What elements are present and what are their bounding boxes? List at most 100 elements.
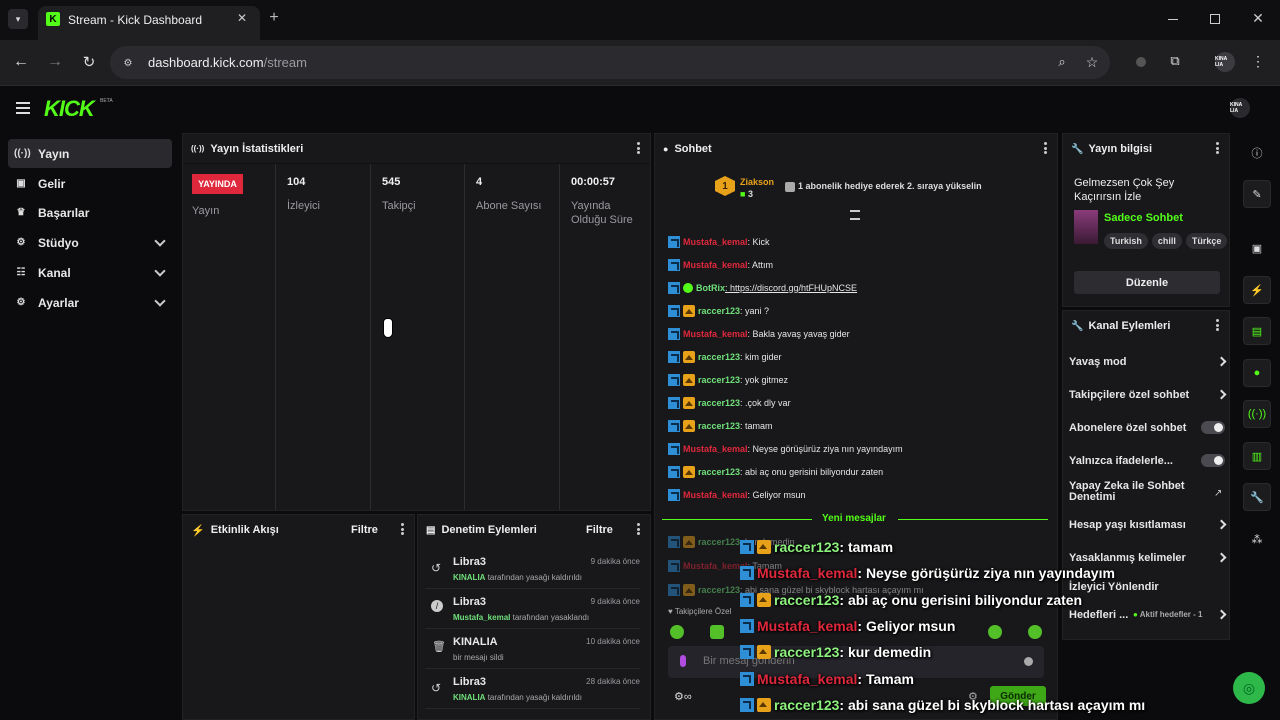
wrench-icon[interactable]: 🔧 xyxy=(1243,483,1271,511)
support-chat-icon[interactable]: ◎ xyxy=(1233,672,1265,704)
mod-user[interactable]: Libra3 xyxy=(453,596,486,608)
chat-username[interactable]: Mustafa_kemal xyxy=(683,444,748,454)
chat-username[interactable]: raccer123 xyxy=(698,398,740,408)
mod-actor[interactable]: KINALIA xyxy=(453,573,485,582)
slow-mode-item[interactable]: Yavaş mod xyxy=(1069,356,1227,368)
layout-icon[interactable]: ▣ xyxy=(1243,234,1271,262)
chat-username[interactable]: raccer123 xyxy=(698,537,740,547)
chat-message: raccer123: yani ? xyxy=(668,303,769,319)
broadcast-icon[interactable]: ((·)) xyxy=(1243,400,1271,428)
edit-stream-button[interactable]: Düzenle xyxy=(1074,271,1220,294)
hamburger-menu-icon[interactable] xyxy=(16,102,30,114)
tag-pill: chill xyxy=(1151,233,1182,249)
emote-icon[interactable] xyxy=(670,625,684,639)
panel-header: 🔧 Kanal Eylemleri xyxy=(1063,311,1229,341)
mod-user[interactable]: Libra3 xyxy=(453,556,486,568)
chat-username[interactable]: raccer123 xyxy=(698,585,740,595)
moderation-icon[interactable]: ▥ xyxy=(1243,442,1271,470)
reload-icon[interactable]: ↻ xyxy=(80,53,98,71)
mod-actor[interactable]: KINALIA xyxy=(453,693,485,702)
stats-icon[interactable]: ▤ xyxy=(1243,317,1271,345)
profile-avatar[interactable]: KINA LIA xyxy=(1215,52,1235,72)
url-bar[interactable]: ⚙ dashboard.kick.com/stream ⌕ ☆ xyxy=(110,46,1110,79)
moderation-row: / Libra3 9 dakika önce Mustafa_kemal tar… xyxy=(425,591,640,629)
info-icon[interactable]: ⓘ xyxy=(1243,139,1271,167)
more-options-icon[interactable] xyxy=(637,523,640,535)
mod-action: tarafından yasaklandı xyxy=(512,613,590,622)
mod-user[interactable]: KINALIA xyxy=(453,636,498,648)
site-info-icon[interactable]: ⚙ xyxy=(120,55,136,71)
zoom-icon[interactable]: ⌕ xyxy=(1054,54,1070,70)
chat-username[interactable]: Mustafa_kemal xyxy=(683,329,748,339)
emote-icon[interactable] xyxy=(988,625,1002,639)
emote-icon[interactable] xyxy=(710,625,724,639)
extension-icon[interactable] xyxy=(1136,57,1146,67)
puzzle-icon[interactable]: ⧉ xyxy=(1166,52,1184,70)
chat-username[interactable]: raccer123 xyxy=(698,306,740,316)
sidebar-item-basarilar[interactable]: ♛ Başarılar xyxy=(8,198,172,227)
chat-username[interactable]: Mustafa_kemal xyxy=(683,237,748,247)
filter-button[interactable]: Filtre xyxy=(586,524,613,536)
bookmark-star-icon[interactable]: ☆ xyxy=(1084,54,1100,70)
expand-chevron-icon[interactable] xyxy=(850,210,860,220)
overlay-chat-message: raccer123: abi aç onu gerisini biliyondu… xyxy=(740,589,1082,611)
goals-item[interactable]: Hedefleri ... ● Aktif hedefler - 1 xyxy=(1069,609,1227,621)
microphone-icon[interactable] xyxy=(680,655,686,667)
unban-icon: ↺ xyxy=(431,681,442,695)
back-icon[interactable]: ← xyxy=(12,53,30,71)
filter-button[interactable]: Filtre xyxy=(351,524,378,536)
sidebar-item-gelir[interactable]: ▣ Gelir xyxy=(8,169,172,198)
kick-logo[interactable]: KICK xyxy=(44,96,95,122)
chat-username[interactable]: Mustafa_kemal xyxy=(683,260,748,270)
emoji-icon[interactable] xyxy=(1024,657,1033,666)
chat-username[interactable]: BotRix xyxy=(696,283,725,293)
chat-username[interactable]: Mustafa_kemal xyxy=(683,561,748,571)
emotes-only-toggle[interactable] xyxy=(1201,454,1225,467)
chat-username[interactable]: raccer123 xyxy=(698,421,740,431)
new-messages-label[interactable]: Yeni mesajlar xyxy=(822,513,886,524)
more-options-icon[interactable] xyxy=(1216,319,1219,331)
subscribers-only-toggle[interactable] xyxy=(1201,421,1225,434)
sidebar-item-studyo[interactable]: ⚙ Stüdyo xyxy=(8,228,172,257)
category-name[interactable]: Sadece Sohbet xyxy=(1104,212,1183,224)
pencil-icon[interactable]: ✎ xyxy=(1243,180,1271,208)
external-link-icon[interactable]: ↗ xyxy=(1214,488,1222,499)
emote-icon[interactable] xyxy=(1028,625,1042,639)
more-options-icon[interactable] xyxy=(637,142,640,154)
chat-username[interactable]: Mustafa_kemal xyxy=(683,490,748,500)
new-tab-icon[interactable]: + xyxy=(266,9,282,26)
browser-tab[interactable]: K Stream - Kick Dashboard ✕ xyxy=(38,6,260,40)
sidebar-item-yayin[interactable]: ((·)) Yayın xyxy=(8,139,172,168)
account-age-item[interactable]: Hesap yaşı kısıtlaması xyxy=(1069,519,1227,531)
lightning-icon[interactable]: ⚡ xyxy=(1243,276,1271,304)
tab-list-button[interactable]: ▾ xyxy=(8,9,28,29)
more-options-icon[interactable] xyxy=(401,523,404,535)
overlay-chat-message: Mustafa_kemal: Neyse görüşürüz ziya nın … xyxy=(740,562,1115,584)
chat-username[interactable]: raccer123 xyxy=(698,375,740,385)
ai-moderation-item[interactable]: Yapay Zeka ile Sohbet Denetimi xyxy=(1069,481,1189,503)
top-gifter-name[interactable]: Ziakson xyxy=(740,177,774,187)
browser-menu-icon[interactable]: ⋮ xyxy=(1250,52,1266,70)
followers-only-item[interactable]: Takipçilere özel sohbet xyxy=(1069,389,1227,401)
chat-settings-icon[interactable]: ⚙∞ xyxy=(674,690,692,703)
more-options-icon[interactable] xyxy=(1044,142,1047,154)
forward-icon[interactable]: → xyxy=(46,53,64,71)
close-window-icon[interactable]: ✕ xyxy=(1250,10,1266,26)
close-tab-icon[interactable]: ✕ xyxy=(234,10,250,26)
live-label: Yayın xyxy=(192,205,220,217)
mouse-cursor-icon xyxy=(383,318,393,338)
user-avatar[interactable]: KINA LIA xyxy=(1230,98,1250,118)
mod-actor[interactable]: Mustafa_kemal xyxy=(453,613,510,622)
maximize-icon[interactable] xyxy=(1210,14,1220,24)
more-options-icon[interactable] xyxy=(1216,142,1219,154)
add-widget-icon[interactable]: ⁂ xyxy=(1243,525,1271,553)
chat-username[interactable]: raccer123 xyxy=(698,467,740,477)
chat-icon[interactable]: ● xyxy=(1243,359,1271,387)
mod-user[interactable]: Libra3 xyxy=(453,676,486,688)
gift-prompt[interactable]: 1 abonelik hediye ederek 2. sıraya yükse… xyxy=(798,181,982,191)
sidebar-item-ayarlar[interactable]: ⚙ Ayarlar xyxy=(8,288,172,317)
sidebar-item-kanal[interactable]: ☷ Kanal xyxy=(8,258,172,287)
activity-feed-panel: ⚡ Etkinlik Akışı Filtre xyxy=(182,514,415,720)
chat-username[interactable]: raccer123 xyxy=(698,352,740,362)
minimize-icon[interactable] xyxy=(1168,19,1178,20)
